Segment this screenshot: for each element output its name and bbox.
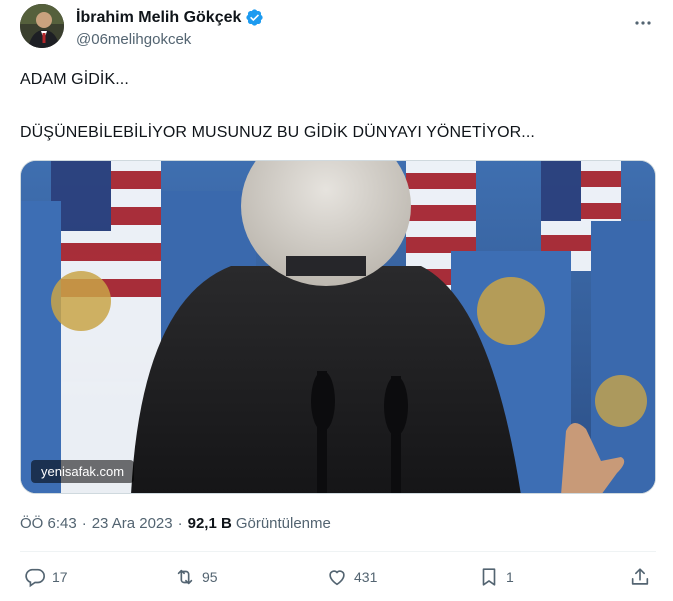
video-source-label: yenisafak.com bbox=[31, 460, 135, 483]
retweet-count: 95 bbox=[202, 569, 218, 585]
retweet-button[interactable]: 95 bbox=[174, 566, 218, 588]
like-button[interactable]: 431 bbox=[326, 566, 377, 588]
like-count: 431 bbox=[354, 569, 378, 585]
share-icon bbox=[631, 568, 649, 585]
author-handle[interactable]: @06melihgokcek bbox=[76, 31, 191, 48]
tweet-date[interactable]: 23 Ara 2023 bbox=[92, 515, 173, 532]
bookmark-icon bbox=[482, 568, 496, 586]
tweet-text-line: ADAM GİDİK... bbox=[20, 71, 129, 88]
verified-badge-icon bbox=[246, 9, 264, 26]
more-options-button[interactable] bbox=[628, 8, 658, 38]
tweet-header: İbrahim Melih Gökçek @06melihgokcek bbox=[20, 4, 660, 54]
reply-icon bbox=[25, 568, 45, 588]
avatar[interactable] bbox=[20, 4, 64, 48]
reply-button[interactable]: 17 bbox=[24, 566, 68, 588]
meta-separator: · bbox=[81, 515, 87, 532]
author-display-name[interactable]: İbrahim Melih Gökçek bbox=[76, 9, 241, 27]
bookmark-button[interactable]: 1 bbox=[478, 566, 514, 588]
tweet-video[interactable]: yenisafak.com bbox=[20, 160, 656, 494]
heart-icon bbox=[329, 570, 345, 586]
retweet-icon bbox=[177, 569, 193, 585]
action-bar: 17 95 431 1 bbox=[20, 566, 660, 594]
bookmark-count: 1 bbox=[506, 569, 514, 585]
reply-count: 17 bbox=[52, 569, 68, 585]
author-name-row: İbrahim Melih Gökçek bbox=[76, 8, 264, 27]
views-label: Görüntülenme bbox=[235, 515, 331, 532]
tweet-meta: ÖÖ 6:43 · 23 Ara 2023 · 92,1 B Görüntüle… bbox=[20, 515, 331, 532]
more-dots-icon bbox=[635, 21, 651, 25]
views-count: 92,1 B bbox=[187, 515, 232, 532]
share-button[interactable] bbox=[629, 566, 651, 588]
tweet-time[interactable]: ÖÖ 6:43 bbox=[20, 515, 77, 532]
meta-separator: · bbox=[177, 515, 183, 532]
divider bbox=[20, 551, 656, 552]
tweet-text-line: DÜŞÜNEBİLEBİLİYOR MUSUNUZ BU GİDİK DÜNYA… bbox=[20, 124, 535, 141]
